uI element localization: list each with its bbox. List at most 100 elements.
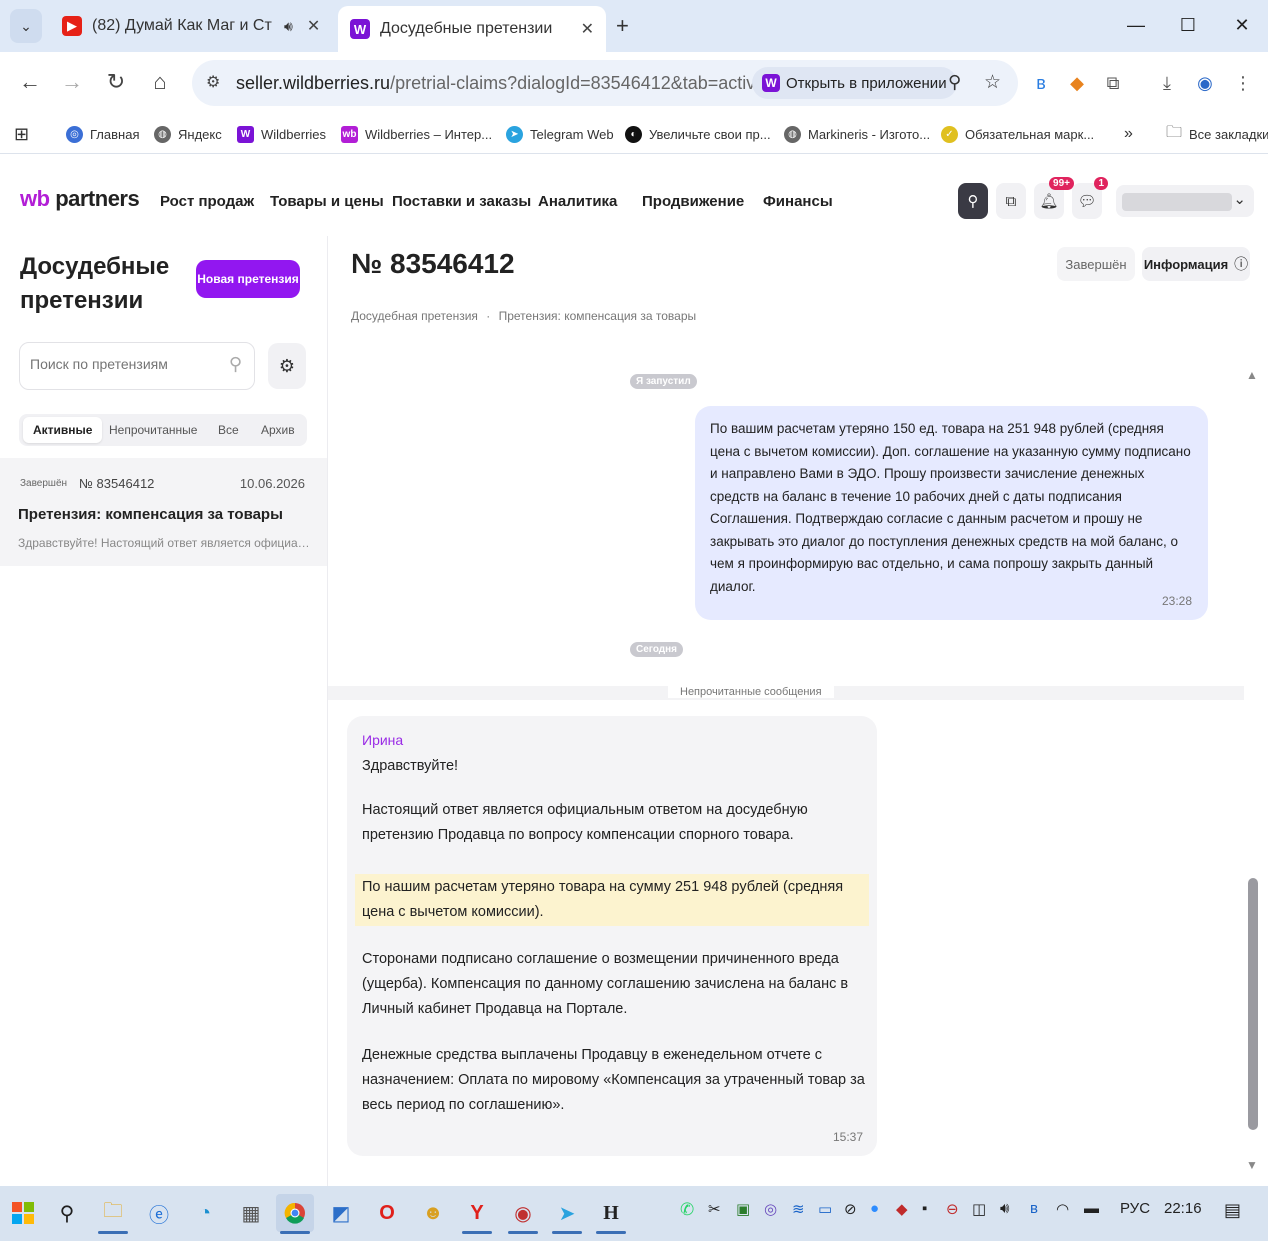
edge-icon[interactable]: ◔ (186, 1194, 224, 1232)
address-bar[interactable]: ⚙ seller.wildberries.ru/pretrial-claims?… (192, 60, 1018, 106)
nav-supplies-orders[interactable]: Поставки и заказы (392, 193, 531, 210)
maximize-button[interactable]: ☐ (1168, 10, 1208, 40)
bookmark-marking[interactable]: ✓ Обязательная марк... (941, 122, 1094, 146)
app-icon[interactable]: ◩ (322, 1194, 360, 1232)
chat-icon[interactable]: 💬︎ 1 (1072, 177, 1108, 219)
app-icon[interactable]: ▣ (736, 1200, 750, 1218)
list-item[interactable]: Завершён № 83546412 10.06.2026 Претензия… (0, 458, 327, 566)
app-icon[interactable]: ⊖ (946, 1200, 959, 1218)
bluetooth-icon[interactable]: ʙ (1030, 1200, 1038, 1217)
back-arrow-icon[interactable]: ← (12, 64, 48, 100)
apps-grid-icon[interactable]: ⊞ (14, 122, 29, 146)
volume-icon[interactable]: 🔊︎ (1000, 1200, 1009, 1217)
bookmark-wildberries[interactable]: W Wildberries (237, 122, 326, 146)
search-icon[interactable]: ⚲ (48, 1194, 86, 1232)
telegram-icon[interactable]: ➤ (548, 1194, 586, 1234)
close-tab-icon[interactable]: ✕ (581, 19, 594, 39)
profile-dropdown[interactable]: ⌄ (1116, 185, 1254, 217)
app-icon[interactable]: ◎ (764, 1200, 777, 1218)
bookmark-label: Обязательная марк... (965, 126, 1095, 142)
menu-kebab-icon[interactable]: ⋮ (1230, 70, 1256, 96)
bookmark-star-icon[interactable]: ☆ (984, 71, 1001, 94)
open-in-app-button[interactable]: W Открыть в приложении (752, 67, 957, 99)
new-claim-button[interactable]: Новая претензия (196, 260, 300, 298)
app-h-icon[interactable]: H (592, 1194, 630, 1234)
app-icon[interactable]: ▪ (922, 1200, 927, 1217)
scroll-down-icon[interactable]: ▼ (1246, 1158, 1258, 1172)
url-text[interactable]: seller.wildberries.ru/pretrial-claims?di… (236, 73, 765, 94)
more-bookmarks-icon[interactable]: » (1124, 122, 1133, 146)
bookmark-increase[interactable]: ◐ Увеличьте свои пр... (625, 122, 771, 146)
bookmark-label: Markineris - Изгото... (808, 126, 931, 142)
app-icon[interactable]: ◫ (972, 1200, 986, 1218)
bookmark-wildberries-internet[interactable]: wb Wildberries – Интер... (341, 122, 492, 146)
tab-unread[interactable]: Непрочитанные (99, 417, 207, 443)
metamask-icon[interactable]: ◆ (1064, 70, 1090, 96)
scrollbar-thumb[interactable] (1248, 878, 1258, 1130)
battery-icon[interactable]: ▬ (1084, 1200, 1099, 1217)
file-explorer-icon[interactable]: 🗀 (94, 1194, 132, 1234)
extensions-icon[interactable]: ⧉ (1100, 70, 1126, 96)
forward-arrow-icon[interactable]: → (54, 64, 90, 100)
close-tab-icon[interactable]: ✕ (307, 16, 320, 36)
app-icon[interactable]: ⊘ (844, 1200, 857, 1218)
opera-icon[interactable]: O (368, 1194, 406, 1232)
windows-start-icon[interactable] (4, 1194, 42, 1232)
internet-explorer-icon[interactable]: ⓔ (140, 1194, 178, 1232)
nav-finance[interactable]: Финансы (763, 193, 833, 210)
info-button[interactable]: Информация ⓘ (1142, 247, 1250, 281)
search-field[interactable]: ⚲ (19, 342, 255, 390)
taskbar: ⚲ 🗀 ⓔ ◔ ▦ ◩ O ☻ Y ◉ ➤ H ✆ ✂ ▣ ◎ ≋ ▭ ⊘ ● … (0, 1186, 1268, 1241)
search-icon[interactable]: ⚲ (958, 183, 988, 219)
reload-icon[interactable]: ↻ (98, 64, 134, 100)
nav-analytics[interactable]: Аналитика (538, 193, 617, 210)
tab-active[interactable]: Активные (23, 417, 103, 443)
tool-icon[interactable]: ✂ (708, 1200, 721, 1218)
clock[interactable]: 22:16 (1164, 1200, 1202, 1217)
app-icon[interactable]: ◉ (504, 1194, 542, 1234)
bookmark-telegram[interactable]: ➤ Telegram Web (506, 122, 614, 146)
bluetooth-extension-icon[interactable]: ʙ (1028, 70, 1054, 96)
tab-archive[interactable]: Архив (251, 417, 305, 443)
download-icon[interactable]: ⤓ (1154, 70, 1180, 96)
all-bookmarks[interactable]: 🗀 Все закладки (1166, 122, 1268, 146)
whatsapp-icon[interactable]: ✆ (680, 1200, 694, 1220)
display-icon[interactable]: ▭ (818, 1200, 832, 1218)
speaker-icon[interactable]: 🔊︎ (284, 18, 293, 35)
app-icon[interactable]: ≋ (792, 1200, 805, 1218)
game-icon[interactable]: ☻ (414, 1194, 452, 1232)
new-tab-button[interactable]: + (616, 13, 629, 39)
breadcrumb-item[interactable]: Досудебная претензия (351, 309, 478, 323)
close-window-button[interactable]: ✕ (1222, 10, 1262, 40)
app-icon[interactable]: ◆ (896, 1200, 908, 1218)
nav-products-prices[interactable]: Товары и цены (270, 193, 384, 210)
yandex-browser-icon[interactable]: Y (458, 1194, 496, 1234)
nav-sales-growth[interactable]: Рост продаж (160, 193, 254, 210)
zoom-icon[interactable]: ⚲ (948, 72, 961, 93)
wifi-icon[interactable]: ◠ (1056, 1200, 1069, 1218)
copy-icon[interactable]: ⧉ (996, 183, 1026, 219)
bookmark-markineris[interactable]: ◍ Markineris - Изгото... (784, 122, 930, 146)
search-input[interactable] (30, 356, 220, 372)
bookmark-glavnaya[interactable]: ◎ Главная (66, 122, 139, 146)
wb-partners-logo[interactable]: wb partners (20, 186, 140, 212)
site-settings-icon[interactable]: ⚙ (206, 72, 220, 92)
language-indicator[interactable]: РУС (1120, 1200, 1150, 1217)
home-icon[interactable]: ⌂ (142, 64, 178, 100)
zoom-app-icon[interactable]: ● (870, 1200, 879, 1217)
tab-youtube[interactable]: ▶ (82) Думай Как Маг и Стан 🔊︎ ✕ (50, 6, 334, 46)
started-pill: Я запустил (630, 374, 697, 389)
calculator-icon[interactable]: ▦ (232, 1194, 270, 1232)
scroll-up-icon[interactable]: ▲ (1246, 368, 1258, 382)
tab-pretrial-claims[interactable]: W Досудебные претензии ✕ (338, 6, 606, 52)
filter-button[interactable]: ⚙ (268, 343, 306, 389)
chrome-icon[interactable] (276, 1194, 314, 1234)
tab-all[interactable]: Все (208, 417, 249, 443)
tab-list-button[interactable]: ⌄ (10, 9, 42, 43)
nav-promotion[interactable]: Продвижение (642, 193, 744, 210)
bookmark-yandex[interactable]: ◍ Яндекс (154, 122, 222, 146)
profile-icon[interactable]: ◉ (1192, 70, 1218, 96)
minimize-button[interactable]: — (1116, 10, 1156, 40)
notifications-icon[interactable]: ▤ (1224, 1200, 1241, 1221)
bell-icon[interactable]: 🔔︎ 99+ (1034, 177, 1074, 219)
